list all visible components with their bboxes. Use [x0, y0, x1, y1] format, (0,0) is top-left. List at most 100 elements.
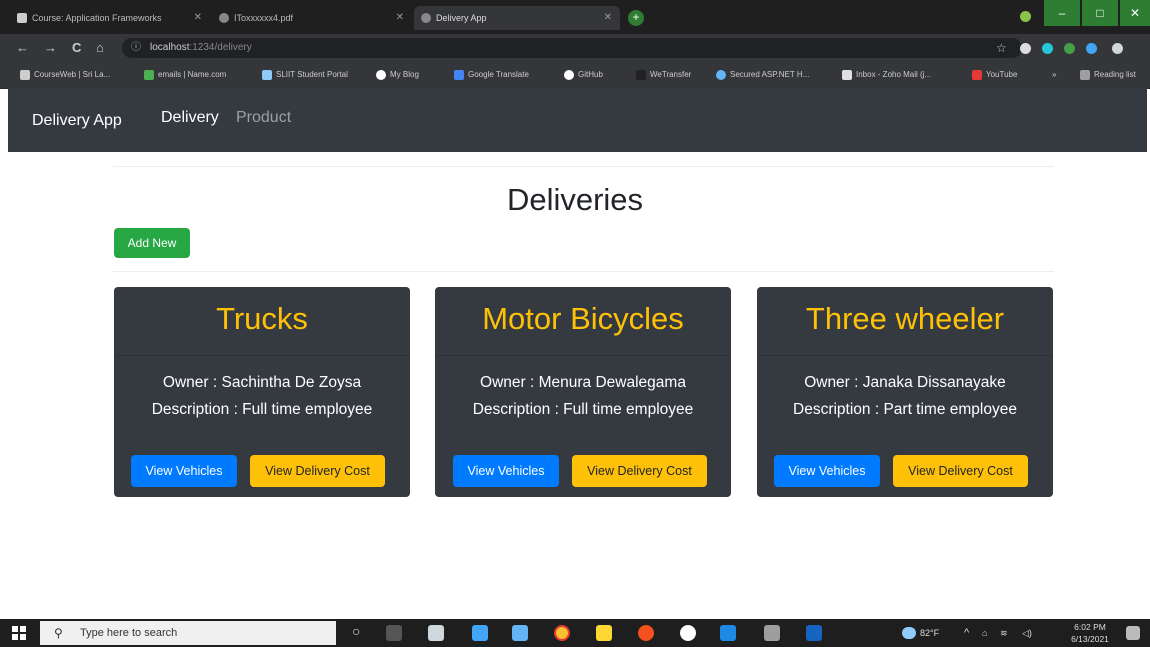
store-icon[interactable] — [428, 625, 444, 641]
view-delivery-cost-button[interactable]: View Delivery Cost — [893, 455, 1028, 487]
course-favicon-icon — [17, 13, 27, 23]
avatar[interactable] — [1112, 43, 1123, 54]
home-icon[interactable]: ⌂ — [96, 39, 104, 57]
add-new-button[interactable]: Add New — [114, 228, 190, 258]
nav-link-delivery[interactable]: Delivery — [161, 109, 219, 127]
volume-icon[interactable]: ◁) — [1022, 626, 1032, 640]
search-icon: ⚲ — [54, 626, 63, 640]
network-icon[interactable]: ⌂ — [982, 626, 987, 640]
view-vehicles-button[interactable]: View Vehicles — [453, 455, 559, 487]
new-tab-button[interactable]: + — [628, 10, 644, 26]
bookmark-item[interactable]: CourseWeb | Sri La... — [20, 68, 110, 82]
tray-chevron-icon[interactable]: ^ — [964, 626, 969, 640]
bookmark-label: Secured ASP.NET H... — [730, 70, 810, 79]
nav-link-product[interactable]: Product — [236, 109, 291, 127]
profile-icon[interactable] — [1020, 11, 1031, 22]
view-delivery-cost-button[interactable]: View Delivery Cost — [572, 455, 707, 487]
bookmark-item[interactable]: Inbox - Zoho Mail (j... — [842, 68, 931, 82]
extension-icon[interactable] — [1020, 43, 1031, 54]
bookmark-item[interactable]: YouTube — [972, 68, 1017, 82]
bookmarks-overflow-button[interactable]: » — [1052, 68, 1056, 82]
weather-icon[interactable] — [902, 627, 916, 639]
bookmark-label: YouTube — [986, 70, 1018, 79]
bookmark-favicon-icon — [262, 70, 272, 80]
extension-icon[interactable] — [1042, 43, 1053, 54]
chrome-icon[interactable] — [554, 625, 570, 641]
bookmark-item[interactable]: SLIIT Student Portal — [262, 68, 348, 82]
card-description: Description : Part time employee — [793, 401, 1017, 418]
reading-list-button[interactable]: Reading list — [1080, 68, 1136, 82]
language-icon[interactable]: ≋ — [1000, 626, 1008, 640]
address-bar[interactable]: ⓘ localhost:1234/delivery — [122, 38, 1022, 58]
bookmark-favicon-icon — [716, 70, 726, 80]
windows-start-icon[interactable] — [12, 626, 26, 640]
view-delivery-cost-button[interactable]: View Delivery Cost — [250, 455, 385, 487]
card-description: Description : Full time employee — [151, 401, 373, 418]
browser-tab[interactable]: Course: Application Frameworks ✕ — [10, 6, 210, 30]
bookmark-item[interactable]: Secured ASP.NET H... — [716, 68, 809, 82]
windows-taskbar: ⚲ Type here to search ○ 82°F ^ ⌂ ≋ ◁) 6:… — [0, 619, 1150, 647]
close-window-button[interactable]: ✕ — [1120, 0, 1150, 26]
card-description: Description : Full time employee — [472, 401, 694, 418]
browser-tab-bar: Course: Application Frameworks ✕ IToxxxx… — [0, 0, 1150, 34]
browser-tab-active[interactable]: Delivery App ✕ — [414, 6, 620, 30]
pdf-favicon-icon — [219, 13, 229, 23]
card-owner: Owner : Sachintha De Zoysa — [162, 374, 362, 391]
bookmarks-bar: CourseWeb | Sri La... emails | Name.com … — [0, 62, 1150, 89]
bookmark-label: WeTransfer — [650, 70, 692, 79]
tab-title: Course: Application Frameworks — [32, 13, 162, 23]
close-tab-icon[interactable]: ✕ — [396, 6, 404, 30]
bookmark-favicon-icon — [376, 70, 386, 80]
back-arrow-icon[interactable]: ← — [16, 39, 29, 57]
view-vehicles-button[interactable]: View Vehicles — [131, 455, 237, 487]
maximize-button[interactable]: □ — [1082, 0, 1118, 26]
bookmark-label: CourseWeb | Sri La... — [34, 70, 111, 79]
card-owner: Owner : Janaka Dissanayake — [804, 374, 1006, 391]
bookmark-favicon-icon — [20, 70, 30, 80]
bookmark-item[interactable]: Google Translate — [454, 68, 529, 82]
app-icon[interactable] — [680, 625, 696, 641]
file-explorer-icon[interactable] — [596, 625, 612, 641]
close-tab-icon[interactable]: ✕ — [194, 6, 202, 30]
mail-icon[interactable] — [472, 625, 488, 641]
minimize-button[interactable]: – — [1044, 0, 1080, 26]
app-icon[interactable] — [512, 625, 528, 641]
cortana-icon[interactable]: ○ — [352, 624, 360, 638]
bookmark-star-icon[interactable]: ☆ — [996, 39, 1007, 57]
bookmark-favicon-icon — [636, 70, 646, 80]
view-vehicles-button[interactable]: View Vehicles — [774, 455, 880, 487]
bookmark-item[interactable]: emails | Name.com — [144, 68, 226, 82]
reload-icon[interactable]: C — [72, 39, 81, 57]
site-info-icon[interactable]: ⓘ — [131, 38, 141, 58]
extension-icon[interactable] — [1064, 43, 1075, 54]
page-title: Deliveries — [506, 182, 644, 217]
tab-title: IToxxxxxx4.pdf — [234, 13, 294, 23]
github-icon — [564, 70, 574, 80]
url-host: localhost — [150, 42, 190, 53]
forward-arrow-icon[interactable]: → — [44, 39, 57, 57]
bookmark-item[interactable]: GitHub — [564, 68, 603, 82]
youtube-icon — [972, 70, 982, 80]
browser-tab[interactable]: IToxxxxxx4.pdf ✕ — [212, 6, 412, 30]
task-view-icon[interactable] — [386, 625, 402, 641]
vscode-icon[interactable] — [720, 625, 736, 641]
puzzle-extensions-icon[interactable] — [1086, 43, 1097, 54]
bookmark-label: Google Translate — [468, 70, 529, 79]
bookmark-item[interactable]: My Blog — [376, 68, 419, 82]
navbar-brand[interactable]: Delivery App — [32, 112, 122, 130]
clock[interactable]: 6:02 PM 6/13/2021 — [1066, 621, 1114, 645]
app-icon[interactable] — [764, 625, 780, 641]
app-icon[interactable] — [638, 625, 654, 641]
card-divider — [757, 355, 1053, 356]
word-icon[interactable] — [806, 625, 822, 641]
bookmark-label: Inbox - Zoho Mail (j... — [856, 70, 932, 79]
search-placeholder: Type here to search — [80, 627, 178, 639]
notification-icon[interactable] — [1126, 626, 1140, 640]
bookmark-favicon-icon — [144, 70, 154, 80]
bookmark-label: emails | Name.com — [158, 70, 227, 79]
divider — [113, 166, 1054, 167]
taskbar-search-input[interactable]: ⚲ Type here to search — [40, 621, 336, 645]
bookmark-label: My Blog — [390, 70, 419, 79]
close-tab-icon[interactable]: ✕ — [604, 6, 612, 30]
bookmark-item[interactable]: WeTransfer — [636, 68, 691, 82]
